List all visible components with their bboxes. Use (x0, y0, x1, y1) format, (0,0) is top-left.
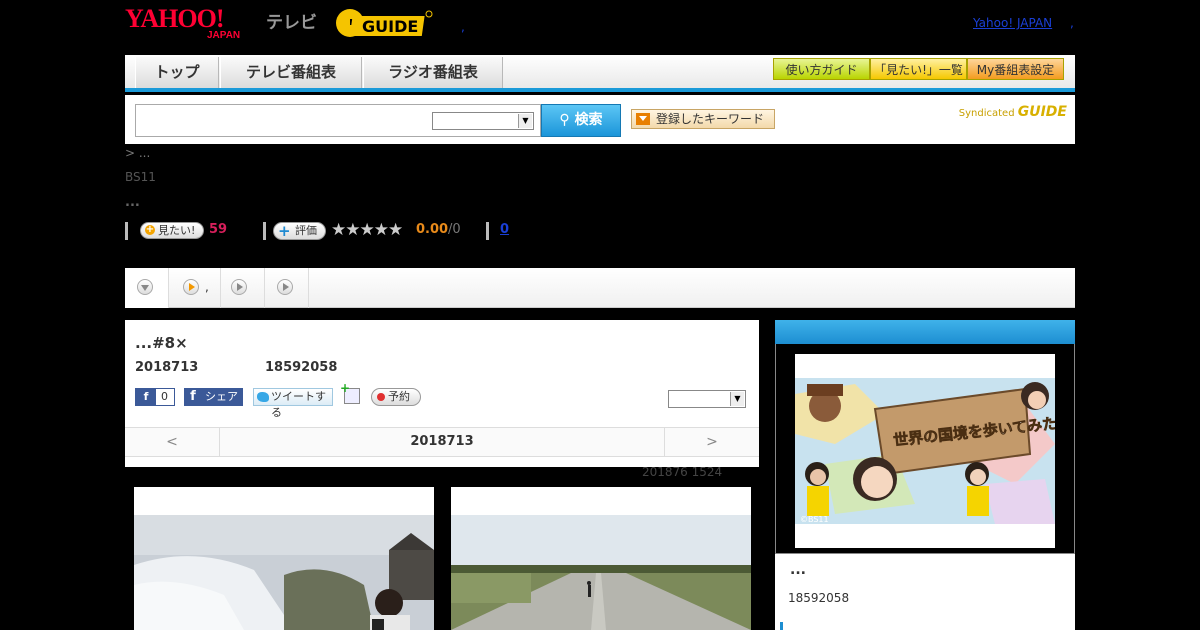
registered-keyword-label: 登録したキーワード (656, 112, 765, 126)
g-guide-logo[interactable]: GUIDE (334, 6, 434, 40)
waterfall-photo-image (134, 515, 434, 630)
sidebar-program-id: 18592058 (788, 591, 850, 605)
key-visual-copyright: ©BS11 (800, 515, 829, 524)
facebook-icon: f (190, 389, 196, 404)
search-bar: ▼ ⚲ 検索 登録したキーワード Syndicated GUIDE (125, 95, 1075, 144)
chevron-down-icon (636, 113, 650, 125)
sub-tab-1[interactable]: , (169, 268, 221, 308)
nav-tab-top[interactable]: トップ (135, 57, 219, 88)
divider (125, 222, 128, 240)
yahoo-japan-link[interactable]: Yahoo! JAPAN (973, 16, 1052, 30)
tweet-label: ツイートする (271, 390, 326, 419)
chevron-down-icon: ▼ (730, 392, 744, 406)
episode-date: 2018713 (135, 360, 199, 375)
episode-select[interactable]: ▼ (668, 390, 746, 408)
program-key-visual-image: 世界の国境を歩いてみたら… ©BS11 (795, 378, 1055, 524)
previous-episode-button[interactable]: < (125, 428, 220, 456)
play-icon (231, 279, 247, 295)
usage-guide-button[interactable]: 使い方ガイド (773, 58, 870, 80)
syndicated-g-guide-logo: Syndicated GUIDE (959, 104, 1067, 120)
twitter-bird-icon (257, 392, 269, 402)
registered-keyword-button[interactable]: 登録したキーワード (631, 109, 775, 129)
sub-tab-3[interactable] (265, 268, 309, 308)
record-dot-icon (377, 393, 385, 401)
station-name: BS11 (125, 170, 156, 184)
tweet-button[interactable]: ツイートする (253, 388, 333, 419)
divider (486, 222, 489, 240)
mitai-label: 見たい! (158, 224, 196, 237)
rating-score: 0.00 (416, 222, 449, 237)
svg-text:GUIDE: GUIDE (362, 17, 418, 36)
syndicated-label: Syndicated (958, 108, 1015, 119)
sidebar-program-title[interactable]: ... (790, 562, 806, 578)
episode-photo-waterfall[interactable] (134, 487, 434, 630)
tv-label: テレビ (266, 13, 317, 33)
main-nav-bar: トップ テレビ番組表 ラジオ番組表 使い方ガイド 「見たい!」一覧 My番組表設… (125, 55, 1075, 92)
reserve-button[interactable]: 予約 (371, 388, 421, 406)
breadcrumb[interactable]: > ... (125, 146, 150, 160)
mitai-button[interactable]: + 見たい! (140, 222, 204, 239)
add-calendar-icon[interactable] (340, 381, 360, 404)
nav-tab-tv-schedule[interactable]: テレビ番組表 (220, 57, 362, 88)
header-link-separator: , (1070, 16, 1074, 30)
program-title: ... (125, 195, 140, 210)
reserve-label: 予約 (388, 390, 410, 403)
my-schedule-settings-button[interactable]: My番組表設定 (967, 58, 1064, 80)
search-category-select[interactable]: ▼ (432, 112, 534, 130)
facebook-share-button[interactable]: f シェア (184, 388, 243, 406)
facebook-like-button[interactable]: f 0 (135, 388, 175, 406)
mitai-list-button[interactable]: 「見たい!」一覧 (870, 58, 967, 80)
rate-button[interactable]: + 評価 (273, 222, 326, 240)
episode-id: 18592058 (265, 360, 338, 375)
update-timestamp: 201876 1524 (642, 465, 723, 479)
play-icon (277, 279, 293, 295)
yahoo-japan-logo[interactable]: YAHOO! JAPAN (125, 6, 265, 42)
episode-nav-date: 2018713 (410, 434, 474, 449)
episode-photo-runway[interactable] (451, 487, 751, 630)
program-sub-tabs: , (125, 268, 1075, 308)
play-icon (183, 279, 199, 295)
sub-tab-1-label: , (205, 280, 209, 294)
yahoo-logo-text: YAHOO! (125, 4, 224, 33)
search-button-label: 検索 (574, 112, 603, 128)
review-count-link[interactable]: 0 (500, 222, 509, 237)
nav-tab-radio-schedule[interactable]: ラジオ番組表 (363, 57, 503, 88)
rating-count: /0 (448, 222, 461, 237)
chevron-down-icon: ▼ (518, 114, 532, 128)
header-separator: , (461, 20, 465, 34)
next-episode-button[interactable]: > (664, 428, 759, 456)
divider (263, 222, 266, 240)
chevron-down-icon (137, 279, 153, 295)
sub-tab-overview[interactable] (125, 268, 169, 308)
syndicated-logo-text: GUIDE (1017, 104, 1067, 120)
search-icon: ⚲ (559, 112, 570, 128)
program-key-visual[interactable]: 世界の国境を歩いてみたら… ©BS11 (795, 354, 1055, 548)
sidebar-header (775, 320, 1075, 344)
runway-photo-image (451, 515, 751, 630)
g-guide-logo-icon: GUIDE (336, 9, 433, 37)
sidebar-accent-bar (780, 622, 783, 630)
episode-title: ...#8× (135, 334, 188, 352)
share-label: シェア (205, 390, 238, 403)
episode-date-nav: < 2018713 > (125, 427, 759, 457)
facebook-icon: f (136, 389, 156, 405)
sub-tab-2[interactable] (221, 268, 265, 308)
rating-stars: ★★★★★ (331, 220, 403, 240)
rate-label: 評価 (295, 224, 317, 237)
plus-icon: + (278, 222, 291, 240)
search-button[interactable]: ⚲ 検索 (541, 104, 621, 137)
yahoo-logo-sub: JAPAN (207, 30, 241, 41)
mitai-count: 59 (209, 222, 228, 237)
episode-panel: ...#8× 2018713 18592058 f 0 f シェア ツイートする… (125, 320, 759, 467)
facebook-like-count: 0 (161, 390, 168, 403)
plus-icon: + (145, 224, 155, 235)
